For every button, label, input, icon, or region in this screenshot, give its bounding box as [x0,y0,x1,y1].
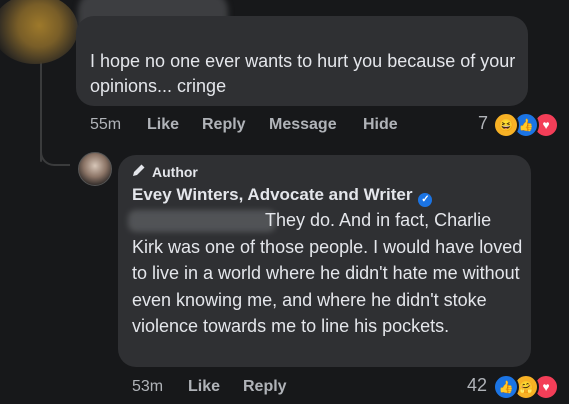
like-emoji-icon: 👍 [493,374,519,400]
reply-time[interactable]: 53m [132,378,163,396]
hide-button[interactable]: Hide [363,116,398,134]
comment-time[interactable]: 55m [90,116,121,134]
author-avatar[interactable] [78,152,112,186]
comment-text: I hope no one ever wants to hurt you bec… [90,51,516,96]
author-badge: Author [132,163,198,180]
laughing-emoji-icon: 😆 [493,112,519,138]
author-badge-label: Author [152,164,198,180]
reply-text: They do. And in fact, Charlie Kirk was o… [132,207,527,340]
author-name[interactable]: Evey Winters, Advocate and Writer ✓ [132,185,433,207]
commenter-avatar[interactable] [0,0,78,64]
thread-connector [40,130,70,166]
reply-button[interactable]: Reply [202,116,246,134]
author-name-text[interactable]: Evey Winters, Advocate and Writer [132,185,412,204]
reply-text-body: They do. And in fact, Charlie Kirk was o… [132,210,523,336]
like-button[interactable]: Like [147,116,179,134]
pen-icon [132,163,146,180]
reaction-count: 7 [478,113,489,133]
reply-reaction-count: 42 [467,375,488,395]
reply-reply-button[interactable]: Reply [243,378,287,396]
verified-badge-icon: ✓ [418,193,433,207]
reply-like-button[interactable]: Like [188,378,220,396]
message-button[interactable]: Message [269,116,337,134]
